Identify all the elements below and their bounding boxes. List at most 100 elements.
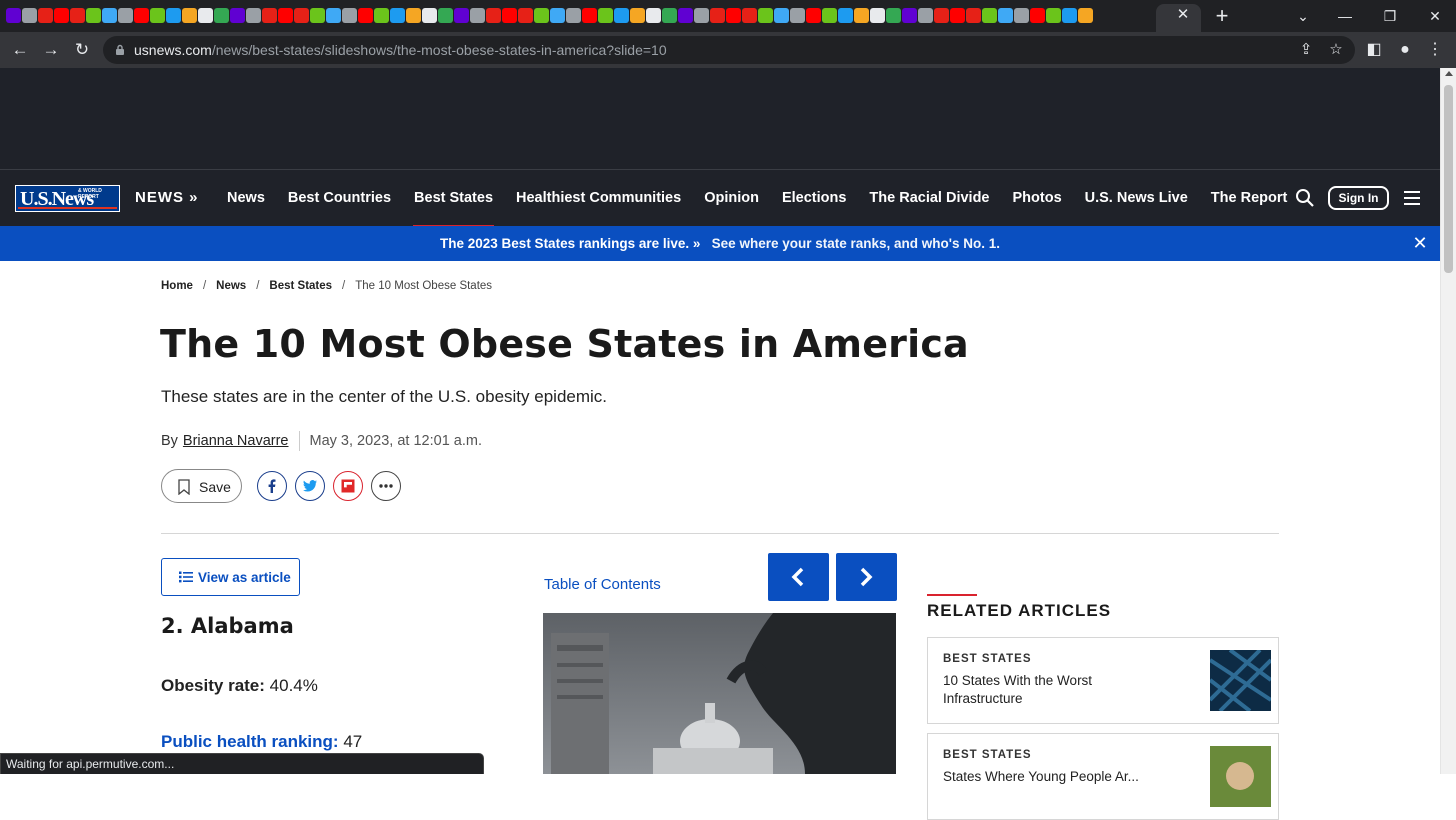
tab-favicon-icon[interactable] bbox=[1078, 8, 1093, 23]
reload-icon[interactable]: ↻ bbox=[71, 40, 93, 60]
tab-favicon-icon[interactable] bbox=[230, 8, 245, 23]
hamburger-menu-icon[interactable] bbox=[1404, 191, 1420, 205]
tab-favicon-icon[interactable] bbox=[582, 8, 597, 23]
new-tab-button[interactable]: + bbox=[1211, 5, 1233, 27]
tab-favicon-icon[interactable] bbox=[358, 8, 373, 23]
news-section-link[interactable]: NEWS » bbox=[135, 189, 199, 206]
bookmark-star-icon[interactable]: ☆ bbox=[1327, 41, 1345, 59]
forward-icon[interactable]: → bbox=[40, 40, 62, 60]
promo-lead[interactable]: The 2023 Best States rankings are live. … bbox=[440, 236, 700, 251]
tab-favicon-icon[interactable] bbox=[662, 8, 677, 23]
nav-link[interactable]: News bbox=[227, 190, 265, 206]
back-icon[interactable]: ← bbox=[9, 40, 31, 60]
tab-favicon-icon[interactable] bbox=[998, 8, 1013, 23]
tab-favicon-icon[interactable] bbox=[854, 8, 869, 23]
tab-favicon-icon[interactable] bbox=[70, 8, 85, 23]
tab-favicon-icon[interactable] bbox=[598, 8, 613, 23]
tab-favicon-icon[interactable] bbox=[886, 8, 901, 23]
author-link[interactable]: Brianna Navarre bbox=[183, 433, 289, 449]
sign-in-button[interactable]: Sign In bbox=[1328, 186, 1389, 210]
view-as-article-button[interactable]: View as article bbox=[161, 558, 300, 596]
tab-favicon-icon[interactable] bbox=[118, 8, 133, 23]
nav-link[interactable]: Opinion bbox=[704, 190, 759, 206]
tab-favicon-icon[interactable] bbox=[950, 8, 965, 23]
tab-favicon-icon[interactable] bbox=[742, 8, 757, 23]
tab-favicon-icon[interactable] bbox=[1030, 8, 1045, 23]
tab-favicon-icon[interactable] bbox=[566, 8, 581, 23]
tab-favicon-icon[interactable] bbox=[758, 8, 773, 23]
tab-favicon-icon[interactable] bbox=[550, 8, 565, 23]
share-icon[interactable]: ⇪ bbox=[1297, 41, 1315, 59]
tab-close-icon[interactable]: ✕ bbox=[1175, 7, 1191, 23]
tab-favicon-icon[interactable] bbox=[374, 8, 389, 23]
nav-link[interactable]: Best Countries bbox=[288, 190, 391, 206]
tab-favicon-icon[interactable] bbox=[214, 8, 229, 23]
tab-favicon-icon[interactable] bbox=[790, 8, 805, 23]
promo-detail[interactable]: See where your state ranks, and who's No… bbox=[712, 236, 1000, 251]
tab-favicon-icon[interactable] bbox=[822, 8, 837, 23]
tab-favicon-icon[interactable] bbox=[902, 8, 917, 23]
tab-favicon-icon[interactable] bbox=[1062, 8, 1077, 23]
tab-favicon-icon[interactable] bbox=[1014, 8, 1029, 23]
tab-favicon-icon[interactable] bbox=[6, 8, 21, 23]
tab-favicon-icon[interactable] bbox=[534, 8, 549, 23]
page-scrollbar[interactable] bbox=[1440, 68, 1456, 774]
health-ranking-link[interactable]: Public health ranking: bbox=[161, 732, 339, 751]
nav-link[interactable]: The Report bbox=[1211, 190, 1288, 206]
next-slide-button[interactable] bbox=[836, 553, 897, 601]
nav-link[interactable]: U.S. News Live bbox=[1085, 190, 1188, 206]
tab-favicon-icon[interactable] bbox=[646, 8, 661, 23]
promo-banner[interactable]: The 2023 Best States rankings are live. … bbox=[0, 226, 1440, 261]
related-title[interactable]: 10 States With the Worst Infrastructure bbox=[943, 672, 1173, 708]
tab-favicon-icon[interactable] bbox=[470, 8, 485, 23]
tab-favicon-icon[interactable] bbox=[406, 8, 421, 23]
tab-favicon-icon[interactable] bbox=[54, 8, 69, 23]
tab-favicon-icon[interactable] bbox=[390, 8, 405, 23]
tab-favicon-icon[interactable] bbox=[182, 8, 197, 23]
tab-favicon-icon[interactable] bbox=[694, 8, 709, 23]
menu-kebab-icon[interactable]: ⋮ bbox=[1424, 39, 1446, 61]
tab-favicon-icon[interactable] bbox=[246, 8, 261, 23]
tab-favicon-icon[interactable] bbox=[918, 8, 933, 23]
prev-slide-button[interactable] bbox=[768, 553, 829, 601]
scroll-thumb[interactable] bbox=[1444, 85, 1453, 273]
tab-favicon-icon[interactable] bbox=[166, 8, 181, 23]
tab-favicon-icon[interactable] bbox=[630, 8, 645, 23]
tab-favicon-icon[interactable] bbox=[806, 8, 821, 23]
tab-favicon-icon[interactable] bbox=[502, 8, 517, 23]
tab-favicons[interactable] bbox=[6, 7, 1171, 25]
tab-favicon-icon[interactable] bbox=[710, 8, 725, 23]
tab-favicon-icon[interactable] bbox=[982, 8, 997, 23]
tab-favicon-icon[interactable] bbox=[870, 8, 885, 23]
tab-favicon-icon[interactable] bbox=[838, 8, 853, 23]
promo-text[interactable]: The 2023 Best States rankings are live. … bbox=[0, 236, 1440, 251]
tab-favicon-icon[interactable] bbox=[22, 8, 37, 23]
minimize-icon[interactable]: — bbox=[1334, 6, 1356, 26]
breadcrumb-best-states[interactable]: Best States bbox=[269, 280, 332, 292]
twitter-share-button[interactable] bbox=[295, 471, 325, 501]
tab-search-icon[interactable]: ⌄ bbox=[1292, 6, 1314, 26]
tab-favicon-icon[interactable] bbox=[198, 8, 213, 23]
tab-favicon-icon[interactable] bbox=[678, 8, 693, 23]
flipboard-share-button[interactable] bbox=[333, 471, 363, 501]
url-input[interactable]: usnews.com/news/best-states/slideshows/t… bbox=[103, 36, 1355, 64]
restore-icon[interactable]: ❐ bbox=[1379, 6, 1401, 26]
breadcrumb-news[interactable]: News bbox=[216, 280, 246, 292]
tab-favicon-icon[interactable] bbox=[294, 8, 309, 23]
more-share-button[interactable] bbox=[371, 471, 401, 501]
nav-link[interactable]: Elections bbox=[782, 190, 846, 206]
tab-favicon-icon[interactable] bbox=[262, 8, 277, 23]
tab-favicon-icon[interactable] bbox=[86, 8, 101, 23]
tab-favicon-icon[interactable] bbox=[438, 8, 453, 23]
tab-favicon-icon[interactable] bbox=[342, 8, 357, 23]
related-article-card[interactable]: BEST STATES 10 States With the Worst Inf… bbox=[927, 637, 1279, 724]
tab-favicon-icon[interactable] bbox=[518, 8, 533, 23]
usnews-logo[interactable]: U.S.News & WORLD REPORT bbox=[15, 185, 120, 212]
tab-favicon-icon[interactable] bbox=[966, 8, 981, 23]
tab-favicon-icon[interactable] bbox=[102, 8, 117, 23]
tab-favicon-icon[interactable] bbox=[486, 8, 501, 23]
tab-favicon-icon[interactable] bbox=[150, 8, 165, 23]
tab-favicon-icon[interactable] bbox=[422, 8, 437, 23]
tab-favicon-icon[interactable] bbox=[614, 8, 629, 23]
tab-favicon-icon[interactable] bbox=[1046, 8, 1061, 23]
